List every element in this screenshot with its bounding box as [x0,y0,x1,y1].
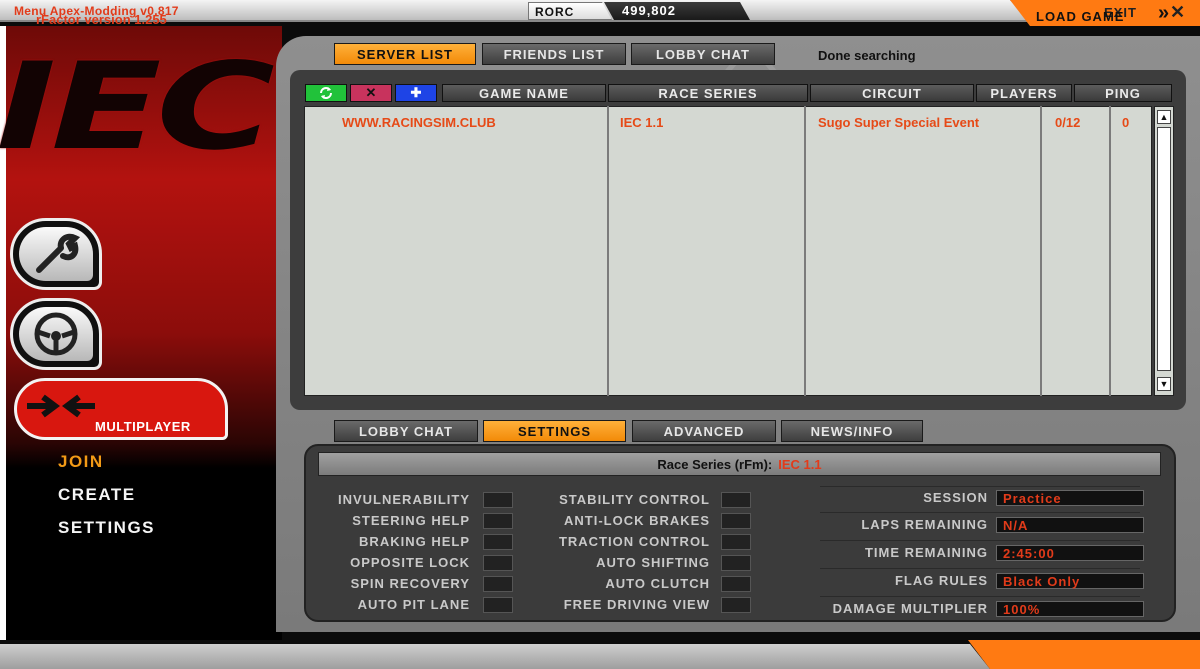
divider [820,540,1140,541]
column-divider [804,106,806,396]
session-label: SESSION [923,490,988,505]
scroll-down-icon[interactable]: ▼ [1157,377,1171,391]
rorc-value: 499,802 [604,2,750,20]
aid-invulnerability-value [483,492,513,508]
close-icon[interactable]: ✕ [1170,2,1185,23]
version-text: rFactor version 1.255 [36,12,167,27]
column-divider [1109,106,1111,396]
aid-opposite-lock-label: OPPOSITE LOCK [350,555,470,570]
flag-rules-value: Black Only [996,573,1144,589]
load-game-button[interactable]: LOAD GAME [1036,9,1124,24]
aid-invulnerability-label: INVULNERABILITY [338,492,470,507]
aid-auto-shifting-label: AUTO SHIFTING [596,555,710,570]
aid-auto-clutch-value [721,576,751,592]
cell-game-name[interactable]: WWW.RACINGSIM.CLUB [342,115,496,130]
tab-news-info[interactable]: NEWS/INFO [781,420,923,442]
load-game-area [990,640,1200,669]
rorc-label: RORC [528,2,612,20]
time-remaining-label: TIME REMAINING [864,545,988,560]
col-circuit[interactable]: CIRCUIT [810,84,974,102]
steering-wheel-icon [19,307,93,361]
laps-remaining-label: LAPS REMAINING [861,517,988,532]
tab-server-list[interactable]: SERVER LIST [334,43,476,65]
tab-lobby-chat[interactable]: LOBBY CHAT [334,420,478,442]
aid-auto-pit-lane-label: AUTO PIT LANE [357,597,470,612]
refresh-icon[interactable] [305,84,347,102]
list-scrollbar[interactable]: ▲ ▼ [1154,106,1174,396]
divider [820,512,1140,513]
race-series-value: IEC 1.1 [778,456,822,472]
race-series-bar: Race Series (rFm): IEC 1.1 [318,452,1161,476]
tab-settings[interactable]: SETTINGS [483,420,626,442]
divider [820,486,1140,487]
aid-anti-lock-brakes-value [721,513,751,529]
menu-join[interactable]: JOIN [58,452,104,472]
title-bar: Menu Apex-Modding v0.817 RORC 499,802 EX… [0,0,1200,26]
menu-settings[interactable]: SETTINGS [58,518,155,538]
aid-stability-control-value [721,492,751,508]
setup-button[interactable] [10,218,102,290]
col-players[interactable]: PLAYERS [976,84,1072,102]
aid-stability-control-label: STABILITY CONTROL [559,492,710,507]
aid-auto-shifting-value [721,555,751,571]
column-divider [1040,106,1042,396]
col-race-series[interactable]: RACE SERIES [608,84,808,102]
double-chevron-right-icon[interactable]: » [1158,2,1169,25]
arrows-icon [27,394,95,418]
flag-rules-label: FLAG RULES [894,573,988,588]
time-remaining-value: 2:45:00 [996,545,1144,561]
bottom-bar [0,640,1200,669]
multiplayer-label: MULTIPLAYER [95,419,191,434]
aid-steering-help-label: STEERING HELP [352,513,470,528]
cell-ping[interactable]: 0 [1122,115,1129,130]
damage-multiplier-value: 100% [996,601,1144,617]
laps-remaining-value: N/A [996,517,1144,533]
iec-logo: IEC [0,38,275,177]
aid-auto-clutch-label: AUTO CLUTCH [605,576,710,591]
race-series-label: Race Series (rFm): [657,456,773,472]
aid-auto-pit-lane-value [483,597,513,613]
driving-button[interactable] [10,298,102,370]
tab-friends-list[interactable]: FRIENDS LIST [482,43,626,65]
aid-traction-control-label: TRACTION CONTROL [558,534,710,549]
divider [820,568,1140,569]
search-status: Done searching [818,48,916,63]
col-ping[interactable]: PING [1074,84,1172,102]
aid-spin-recovery-value [483,576,513,592]
cell-circuit[interactable]: Sugo Super Special Event [818,115,979,130]
damage-multiplier-label: DAMAGE MULTIPLIER [832,601,988,616]
menu-create[interactable]: CREATE [58,485,136,505]
aid-free-driving-view-label: FREE DRIVING VIEW [563,597,710,612]
cell-players[interactable]: 0/12 [1055,115,1080,130]
aid-traction-control-value [721,534,751,550]
aid-braking-help-label: BRAKING HELP [359,534,470,549]
aid-free-driving-view-value [721,597,751,613]
aid-opposite-lock-value [483,555,513,571]
aid-spin-recovery-label: SPIN RECOVERY [350,576,470,591]
tab-lobby-chat-top[interactable]: LOBBY CHAT [631,43,775,65]
column-divider [607,106,609,396]
server-list[interactable] [304,106,1152,396]
cell-race-series[interactable]: IEC 1.1 [620,115,663,130]
multiplayer-button[interactable]: MULTIPLAYER [14,378,228,440]
aid-braking-help-value [483,534,513,550]
aid-anti-lock-brakes-label: ANTI-LOCK BRAKES [564,513,710,528]
add-icon[interactable]: ✚ [395,84,437,102]
aid-steering-help-value [483,513,513,529]
tab-advanced[interactable]: ADVANCED [632,420,776,442]
scroll-up-icon[interactable]: ▲ [1157,110,1171,124]
session-value: Practice [996,490,1144,506]
remove-icon[interactable]: ✕ [350,84,392,102]
footer-background [0,644,990,669]
scroll-track[interactable] [1157,127,1171,371]
wrench-icon [19,227,93,281]
divider [820,596,1140,597]
col-game-name[interactable]: GAME NAME [442,84,606,102]
